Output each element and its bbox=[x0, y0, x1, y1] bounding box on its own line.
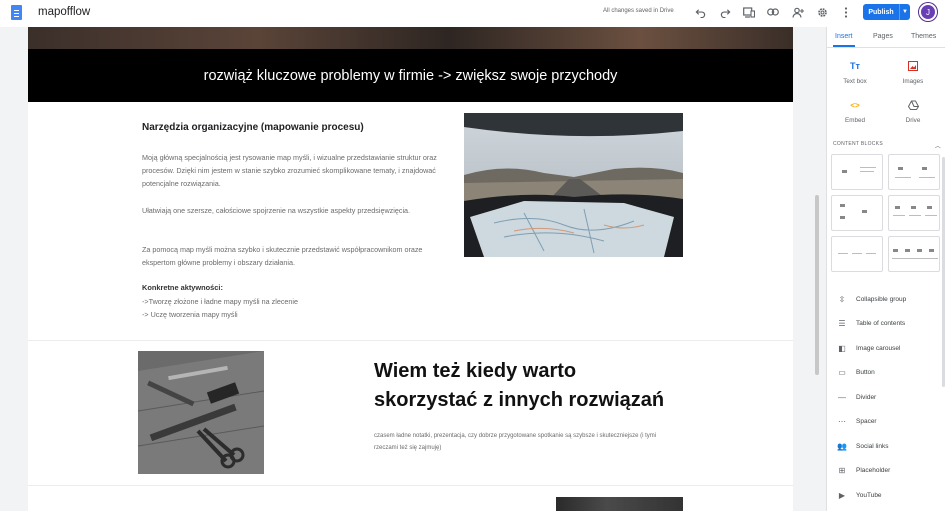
component-label: Table of contents bbox=[856, 319, 906, 327]
redo-icon[interactable] bbox=[718, 5, 732, 19]
placeholder-button[interactable]: ⊞ Placeholder bbox=[837, 464, 891, 476]
content-block-tile[interactable] bbox=[831, 236, 883, 272]
banner-text[interactable]: rozwiąż kluczowe problemy w firmie -> zw… bbox=[204, 68, 618, 84]
insert-drive[interactable]: Drive bbox=[889, 98, 937, 124]
component-label: Spacer bbox=[856, 417, 877, 425]
section2-title-line[interactable]: skorzystać z innych rozwiązań bbox=[374, 386, 704, 415]
canvas-scrollbar-thumb[interactable] bbox=[815, 195, 819, 375]
component-label: Social links bbox=[856, 442, 889, 450]
tab-themes[interactable]: Themes bbox=[911, 33, 936, 40]
image-carousel-icon: ◧ bbox=[838, 343, 846, 353]
section1-title[interactable]: Narzędzia organizacyjne (mapowanie proce… bbox=[142, 122, 364, 133]
collapsible-group-button[interactable]: ⇳ Collapsible group bbox=[837, 293, 907, 305]
banner-section[interactable]: rozwiąż kluczowe problemy w firmie -> zw… bbox=[28, 49, 793, 102]
publish-label[interactable]: Publish bbox=[863, 4, 899, 20]
embed-code-icon: <> bbox=[850, 100, 860, 110]
publish-dropdown-icon[interactable]: ▼ bbox=[899, 4, 910, 20]
section2-title[interactable]: Wiem też kiedy warto skorzystać z innych… bbox=[374, 357, 704, 415]
activity-item[interactable]: -> Uczę tworzenia mapy myśli bbox=[142, 310, 238, 319]
section1-paragraph[interactable]: Ułatwiają one szersze, całościowe spojrz… bbox=[142, 204, 452, 217]
social-links-button[interactable]: 👥 Social links bbox=[837, 440, 889, 452]
content-block-tile[interactable] bbox=[888, 195, 940, 231]
component-label: YouTube bbox=[856, 491, 882, 499]
placeholder-icon: ⊞ bbox=[838, 465, 846, 475]
text-box-icon: Tт bbox=[850, 61, 860, 71]
account-avatar[interactable]: J bbox=[919, 3, 937, 21]
divider-icon: — bbox=[838, 392, 846, 402]
tab-insert[interactable]: Insert bbox=[835, 33, 853, 40]
header-image[interactable] bbox=[28, 27, 793, 49]
activities-title[interactable]: Konkretne aktywności: bbox=[142, 283, 223, 292]
tabs-divider bbox=[827, 47, 945, 48]
content-blocks-label: CONTENT BLOCKS bbox=[833, 141, 883, 147]
map-photo[interactable] bbox=[464, 113, 683, 257]
content-block-tile[interactable] bbox=[831, 195, 883, 231]
share-person-icon[interactable] bbox=[791, 5, 805, 19]
settings-gear-icon[interactable] bbox=[815, 5, 829, 19]
content-block-tile[interactable] bbox=[888, 236, 940, 272]
undo-icon[interactable] bbox=[693, 5, 707, 19]
table-of-contents-button[interactable]: ☰ Table of contents bbox=[837, 317, 905, 329]
divider-component-button[interactable]: — Divider bbox=[837, 391, 876, 403]
social-links-icon: 👥 bbox=[837, 441, 847, 451]
button-icon: ▭ bbox=[838, 367, 846, 377]
insert-images[interactable]: Images bbox=[889, 59, 937, 85]
insert-panel: Insert Pages Themes Tт Text box Images <… bbox=[826, 27, 945, 511]
insert-item-label: Embed bbox=[845, 117, 865, 124]
sites-logo-icon[interactable] bbox=[11, 5, 22, 20]
insert-text-box[interactable]: Tт Text box bbox=[831, 59, 879, 85]
drive-icon bbox=[907, 98, 919, 112]
section1-paragraph[interactable]: Moją główną specjalnością jest rysowanie… bbox=[142, 151, 452, 190]
content-block-tile[interactable] bbox=[888, 154, 940, 190]
tools-photo[interactable] bbox=[138, 351, 264, 474]
section-divider bbox=[28, 340, 793, 341]
youtube-icon: ▶ bbox=[838, 490, 846, 500]
activity-item[interactable]: ->Tworzę złożone i ładne mapy myśli na z… bbox=[142, 297, 298, 306]
insert-item-label: Images bbox=[902, 78, 924, 85]
editor-canvas: rozwiąż kluczowe problemy w firmie -> zw… bbox=[0, 27, 826, 511]
button-component-button[interactable]: ▭ Button bbox=[837, 366, 875, 378]
insert-item-label: Drive bbox=[905, 117, 921, 124]
component-label: Button bbox=[856, 368, 875, 376]
image-carousel-button[interactable]: ◧ Image carousel bbox=[837, 342, 900, 354]
content-blocks-header[interactable]: CONTENT BLOCKS ︿ bbox=[833, 141, 941, 150]
component-label: Divider bbox=[856, 393, 877, 401]
content-block-tile[interactable] bbox=[831, 154, 883, 190]
preview-devices-icon[interactable] bbox=[742, 5, 756, 19]
collapsible-group-icon: ⇳ bbox=[838, 294, 846, 304]
canvas-scrollbar[interactable] bbox=[813, 55, 821, 511]
site-title[interactable]: mapofflow bbox=[38, 6, 90, 18]
section2-body[interactable]: czasem ładne notatki, prezentacja, czy d… bbox=[374, 430, 674, 454]
component-label: Placeholder bbox=[856, 466, 891, 474]
image-icon bbox=[908, 59, 918, 73]
section-divider bbox=[28, 485, 793, 486]
component-label: Image carousel bbox=[856, 344, 901, 352]
component-label: Collapsible group bbox=[856, 295, 907, 303]
section2-title-line[interactable]: Wiem też kiedy warto bbox=[374, 357, 704, 386]
site-page[interactable]: rozwiąż kluczowe problemy w firmie -> zw… bbox=[28, 27, 793, 511]
chevron-up-icon[interactable]: ︿ bbox=[935, 141, 941, 150]
insert-embed[interactable]: <> Embed bbox=[831, 98, 879, 125]
youtube-button[interactable]: ▶ YouTube bbox=[837, 489, 882, 501]
section1-paragraph[interactable]: Za pomocą map myśli można szybko i skute… bbox=[142, 243, 452, 269]
tab-pages[interactable]: Pages bbox=[873, 33, 893, 40]
link-icon[interactable] bbox=[766, 5, 780, 19]
insert-item-label: Text box bbox=[843, 78, 867, 85]
top-bar: mapofflow All changes saved in Drive Pub… bbox=[0, 0, 945, 27]
publish-button[interactable]: Publish ▼ bbox=[863, 4, 910, 20]
table-of-contents-icon: ☰ bbox=[838, 318, 846, 328]
spacer-icon: ⋯ bbox=[838, 416, 846, 426]
next-section-image[interactable] bbox=[556, 497, 683, 511]
spacer-component-button[interactable]: ⋯ Spacer bbox=[837, 415, 877, 427]
more-vert-icon[interactable] bbox=[839, 5, 853, 19]
save-status: All changes saved in Drive bbox=[603, 8, 674, 14]
